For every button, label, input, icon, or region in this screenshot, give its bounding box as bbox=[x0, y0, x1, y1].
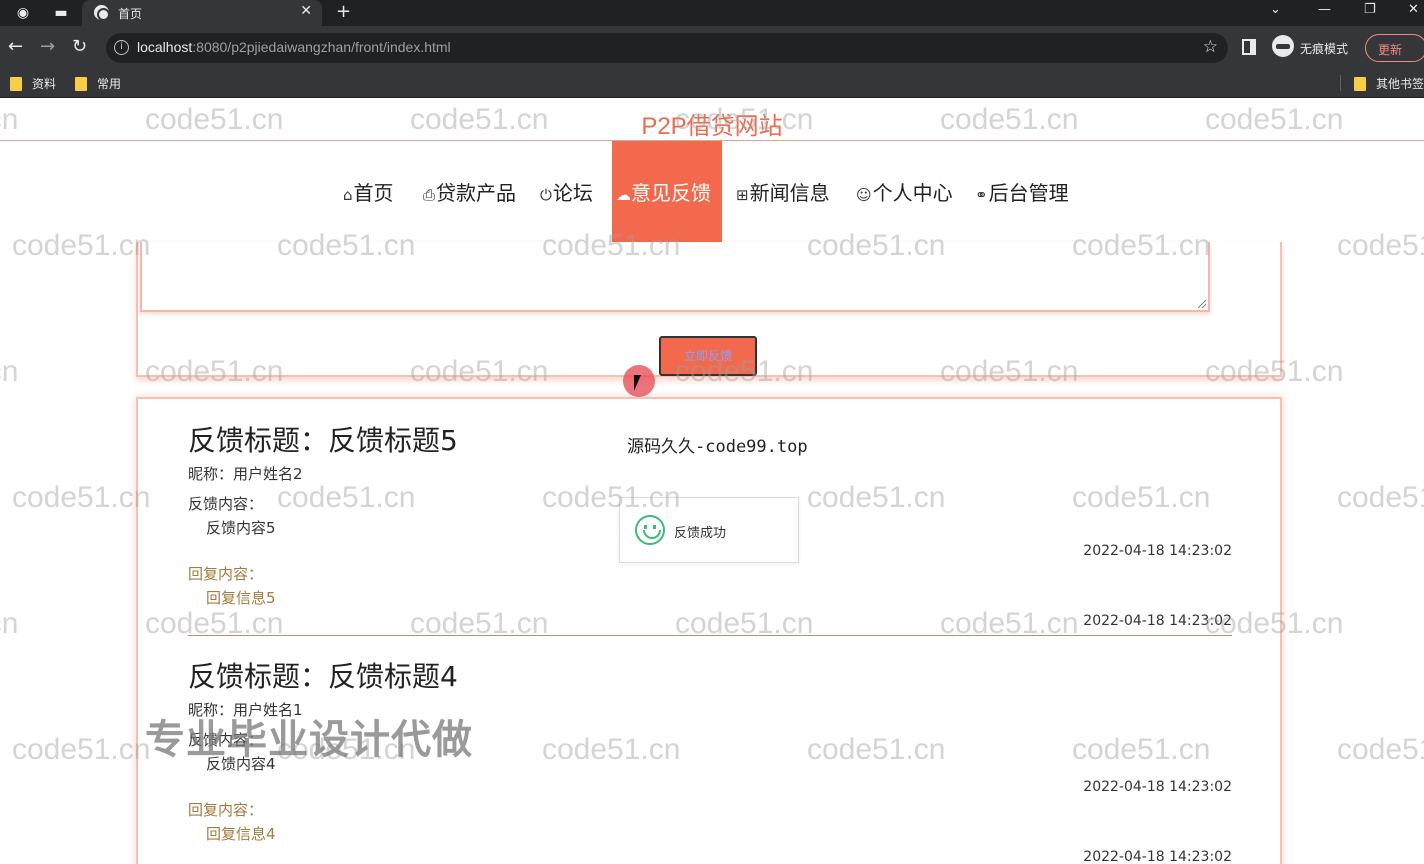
feedback-time: 2022-04-18 14:23:02 bbox=[1083, 543, 1232, 559]
nav-news[interactable]: ⊞新闻信息 bbox=[736, 177, 830, 206]
feedback-list: 反馈标题：反馈标题5 昵称：用户姓名2 反馈内容： 反馈内容5 2022-04-… bbox=[136, 397, 1282, 864]
nav-loans[interactable]: ⎙贷款产品 bbox=[423, 177, 516, 206]
reply-time: 2022-04-18 14:23:02 bbox=[1083, 613, 1232, 629]
tab-overview-icon[interactable]: ▬ bbox=[52, 4, 70, 22]
forward-button[interactable]: → bbox=[40, 36, 55, 58]
feedback-textarea[interactable] bbox=[140, 242, 1210, 312]
site-title: P2P借贷网站 bbox=[641, 113, 783, 140]
toast-message: 反馈成功 bbox=[674, 526, 727, 541]
link-icon: ⚭ bbox=[975, 186, 988, 204]
incognito-label[interactable]: 无痕模式 bbox=[1300, 40, 1348, 57]
feedback-content: 反馈内容5 bbox=[206, 519, 276, 537]
feedback-title: 反馈标题：反馈标题4 bbox=[188, 660, 458, 693]
back-button[interactable]: ← bbox=[8, 36, 23, 58]
bookmark-star-icon[interactable]: ☆ bbox=[1203, 37, 1218, 57]
feedback-title: 反馈标题：反馈标题5 bbox=[188, 424, 458, 457]
new-tab-button[interactable]: + bbox=[336, 1, 351, 22]
feedback-nickname: 昵称：用户姓名1 bbox=[188, 701, 303, 719]
page-content: P2P借贷网站 ⌂首页 ⎙贷款产品 ⏻论坛 ☁意见反馈 ⊞新闻信息 ☺个人中心 … bbox=[0, 99, 1424, 864]
folder-icon bbox=[75, 76, 87, 91]
watermark-text: code51.cn bbox=[12, 733, 151, 766]
feedback-content-label: 反馈内容： bbox=[188, 495, 264, 513]
nav-home[interactable]: ⌂首页 bbox=[343, 177, 394, 206]
bookmark-folder-常用[interactable]: 常用 bbox=[75, 75, 121, 92]
cloud-icon: ☁ bbox=[616, 186, 631, 204]
minimize-button[interactable]: — bbox=[1318, 2, 1331, 17]
reply-content: 回复信息5 bbox=[206, 589, 276, 607]
feedback-content: 反馈内容4 bbox=[206, 755, 276, 773]
bookmark-folder-资料[interactable]: 资料 bbox=[10, 75, 56, 92]
update-button[interactable]: 更新 bbox=[1365, 34, 1424, 62]
other-bookmarks[interactable]: 其他书签 bbox=[1354, 75, 1424, 92]
globe-icon bbox=[94, 5, 110, 21]
nav-feedback[interactable]: ☁意见反馈 bbox=[612, 141, 722, 242]
globe-icon[interactable]: ◉ bbox=[14, 4, 32, 22]
reply-label: 回复内容： bbox=[188, 565, 264, 583]
smile-icon bbox=[635, 515, 665, 545]
address-bar[interactable]: i localhost:8080/p2pjiedaiwangzhan/front… bbox=[106, 33, 1228, 63]
feedback-content-label: 反馈内容： bbox=[188, 731, 264, 749]
source-watermark-text: 源码久久-code99.top bbox=[627, 437, 808, 457]
nav-forum[interactable]: ⏻论坛 bbox=[540, 177, 593, 206]
folder-icon bbox=[10, 76, 22, 91]
grid-icon: ⊞ bbox=[736, 186, 749, 204]
chevron-down-icon[interactable]: ⌄ bbox=[1270, 2, 1281, 17]
reply-label: 回复内容： bbox=[188, 801, 264, 819]
bookmarks-bar: 资料 常用 其他书签 bbox=[0, 70, 1424, 98]
mouse-cursor-icon bbox=[634, 375, 641, 391]
side-panel-icon[interactable] bbox=[1242, 39, 1256, 55]
info-icon[interactable]: i bbox=[114, 40, 129, 55]
reload-button[interactable]: ↻ bbox=[72, 36, 87, 58]
watermark-text: code51.cn bbox=[12, 481, 151, 514]
bookmarks-divider bbox=[1340, 75, 1341, 91]
resize-handle[interactable] bbox=[1198, 300, 1206, 308]
feedback-time: 2022-04-18 14:23:02 bbox=[1083, 779, 1232, 795]
printer-icon: ⎙ bbox=[423, 186, 436, 204]
success-toast: 反馈成功 bbox=[619, 497, 799, 563]
browser-tab-home[interactable]: 首页 ✕ bbox=[82, 0, 322, 26]
submit-feedback-button[interactable]: 立即反馈 bbox=[659, 336, 757, 376]
browser-tab-strip: ◉ ▬ 首页 ✕ + ⌄ — ❐ ✕ bbox=[0, 0, 1424, 26]
feedback-nickname: 昵称：用户姓名2 bbox=[188, 465, 303, 483]
watermark-text: code51.cn bbox=[1337, 733, 1424, 766]
main-nav: ⌂首页 ⎙贷款产品 ⏻论坛 ☁意见反馈 ⊞新闻信息 ☺个人中心 ⚭后台管理 bbox=[0, 141, 1424, 242]
tab-title: 首页 bbox=[118, 7, 143, 21]
nav-admin[interactable]: ⚭后台管理 bbox=[975, 177, 1069, 206]
reply-content: 回复信息4 bbox=[206, 825, 276, 843]
reply-time: 2022-04-18 14:23:02 bbox=[1083, 849, 1232, 864]
user-icon: ☺ bbox=[856, 186, 872, 204]
incognito-icon[interactable] bbox=[1272, 35, 1294, 57]
power-icon: ⏻ bbox=[540, 186, 552, 204]
nav-personal[interactable]: ☺个人中心 bbox=[856, 177, 953, 206]
restore-button[interactable]: ❐ bbox=[1364, 2, 1376, 17]
item-divider bbox=[188, 635, 1232, 636]
watermark-text: code51.cn bbox=[0, 355, 19, 388]
folder-icon bbox=[1354, 76, 1366, 91]
window-close-button[interactable]: ✕ bbox=[1408, 2, 1419, 17]
watermark-text: code51.cn bbox=[1337, 481, 1424, 514]
watermark-text: code51.cn bbox=[0, 607, 19, 640]
close-icon[interactable]: ✕ bbox=[300, 3, 312, 19]
browser-toolbar: ← → ↻ i localhost:8080/p2pjiedaiwangzhan… bbox=[0, 26, 1424, 70]
url-text[interactable]: localhost:8080/p2pjiedaiwangzhan/front/i… bbox=[137, 39, 451, 55]
home-icon: ⌂ bbox=[343, 186, 353, 204]
